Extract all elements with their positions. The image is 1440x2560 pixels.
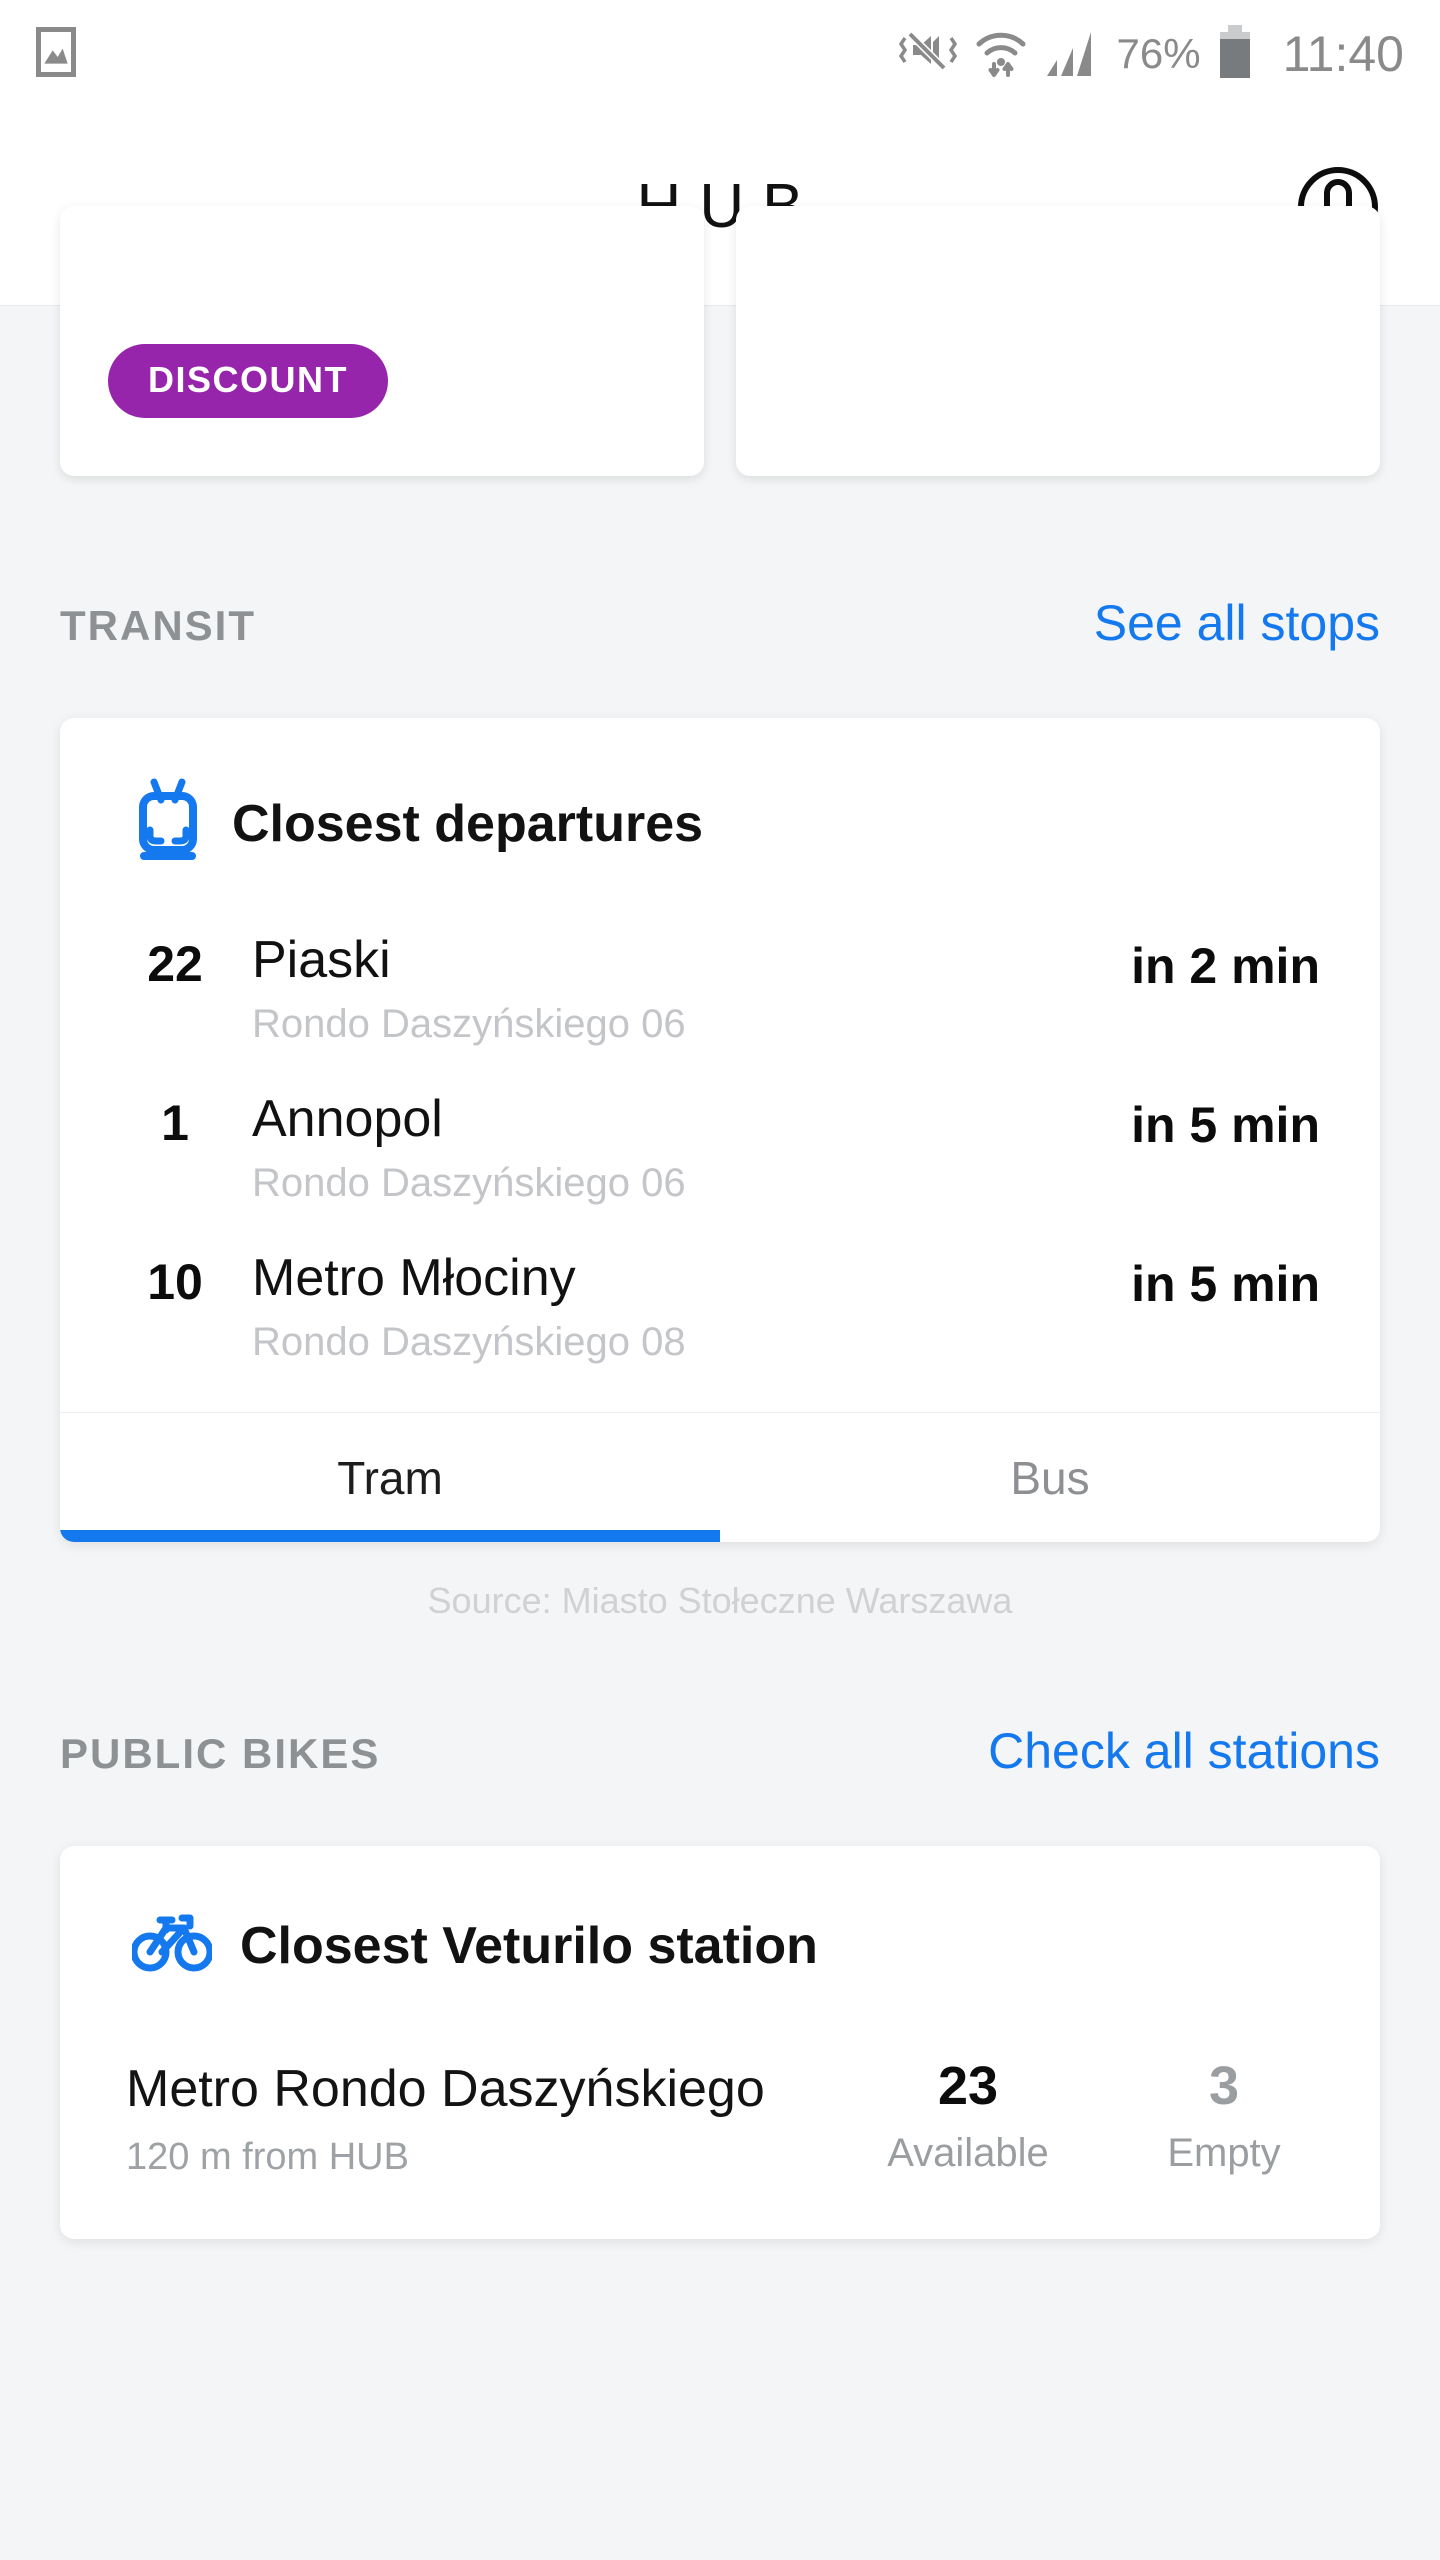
- bicycle-icon: [130, 1906, 214, 1985]
- veturilo-card-header: Closest Veturilo station: [60, 1846, 1380, 2013]
- empty-count: 3: [1208, 2056, 1240, 2117]
- veturilo-card-title: Closest Veturilo station: [240, 1916, 818, 1975]
- transit-section-header: TRANSIT See all stops: [0, 594, 1440, 652]
- status-bar-right: 76% 11:40: [898, 24, 1404, 85]
- departures-card-header: Closest departures: [60, 718, 1380, 897]
- check-all-stations-link[interactable]: Check all stations: [988, 1722, 1380, 1780]
- departure-info: Piaski Rondo Daszyńskiego 06: [230, 931, 1131, 1047]
- departure-eta: in 5 min: [1131, 1256, 1320, 1313]
- departure-info: Metro Młociny Rondo Daszyńskiego 08: [230, 1249, 1131, 1365]
- closest-departures-card: Closest departures 22 Piaski Rondo Daszy…: [60, 718, 1380, 1543]
- departure-eta: in 2 min: [1131, 938, 1320, 994]
- status-bar-left: [36, 26, 76, 82]
- empty-label: Empty: [1167, 2131, 1281, 2176]
- departure-line-number: 10: [147, 1254, 203, 1311]
- transit-data-source: Source: Miasto Stołeczne Warszawa: [427, 1580, 1013, 1622]
- tab-tram[interactable]: Tram: [60, 1413, 720, 1542]
- departure-info: Annopol Rondo Daszyńskiego 06: [230, 1090, 1131, 1206]
- closest-veturilo-card: Closest Veturilo station Metro Rondo Das…: [60, 1846, 1380, 2239]
- departure-stop: Rondo Daszyńskiego 06: [252, 1002, 686, 1047]
- available-stat: 23 Available: [878, 2059, 1058, 2176]
- station-info: Metro Rondo Daszyńskiego 120 m from HUB: [126, 2059, 878, 2178]
- promo-card-secondary[interactable]: [736, 206, 1380, 476]
- departure-eta: in 5 min: [1131, 1097, 1320, 1154]
- table-row[interactable]: 1 Annopol Rondo Daszyńskiego 06 in 5 min: [120, 1056, 1320, 1215]
- battery-percent-label: 76%: [1116, 30, 1201, 77]
- battery-icon: [1217, 24, 1253, 84]
- vibrate-mute-icon: [898, 26, 957, 83]
- available-label: Available: [887, 2131, 1049, 2176]
- veturilo-station-row[interactable]: Metro Rondo Daszyńskiego 120 m from HUB …: [60, 2013, 1380, 2238]
- tab-bus[interactable]: Bus: [720, 1413, 1380, 1542]
- departure-destination: Metro Młociny: [252, 1249, 576, 1308]
- signal-bars-icon: [1045, 26, 1101, 83]
- station-distance: 120 m from HUB: [126, 2135, 409, 2178]
- tram-icon: [132, 778, 204, 869]
- table-row[interactable]: 22 Piaski Rondo Daszyńskiego 06 in 2 min: [120, 897, 1320, 1056]
- bikes-section-title: PUBLIC BIKES: [60, 1730, 381, 1778]
- table-row[interactable]: 10 Metro Młociny Rondo Daszyńskiego 08 i…: [120, 1215, 1320, 1374]
- active-tab-indicator: [60, 1530, 720, 1543]
- available-count: 23: [937, 2056, 999, 2117]
- scroll-content: DISCOUNT TRANSIT See all stops Closest d…: [0, 206, 1440, 2239]
- departures-list: 22 Piaski Rondo Daszyńskiego 06 in 2 min…: [60, 897, 1380, 1412]
- departures-card-title: Closest departures: [232, 794, 704, 853]
- transit-section-title: TRANSIT: [60, 602, 256, 649]
- departure-destination: Piaski: [252, 931, 391, 989]
- discount-badge: DISCOUNT: [108, 344, 388, 418]
- departure-stop: Rondo Daszyńskiego 08: [252, 1320, 686, 1365]
- bikes-section-header: PUBLIC BIKES Check all stations: [0, 1722, 1440, 1780]
- departure-line-number: 22: [147, 936, 203, 992]
- station-name: Metro Rondo Daszyńskiego: [126, 2060, 765, 2119]
- wifi-icon: [973, 24, 1029, 85]
- departure-destination: Annopol: [252, 1090, 443, 1149]
- departure-stop: Rondo Daszyńskiego 06: [252, 1161, 686, 1206]
- app-screen: 76% 11:40 HUB DISCOUNT TRANSIT See all s…: [0, 0, 1440, 2560]
- see-all-stops-link[interactable]: See all stops: [1094, 594, 1380, 652]
- empty-stat: 3 Empty: [1134, 2059, 1314, 2176]
- transit-mode-tabs: Tram Bus: [60, 1412, 1380, 1543]
- departure-line-number: 1: [161, 1095, 189, 1152]
- image-gallery-icon: [36, 26, 76, 82]
- status-bar: 76% 11:40: [0, 0, 1440, 108]
- clock-label: 11:40: [1282, 26, 1404, 82]
- promo-card-discount[interactable]: DISCOUNT: [60, 206, 704, 476]
